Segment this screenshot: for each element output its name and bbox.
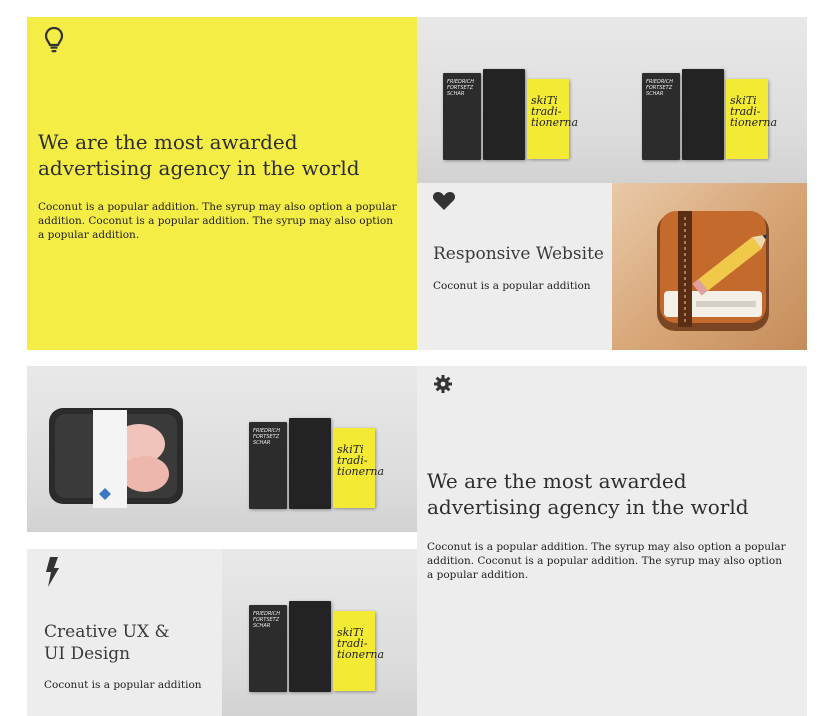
tile-title: Creative UX & UI Design: [44, 622, 170, 664]
tile-body-text: Coconut is a popular addition: [44, 679, 202, 691]
notebook-app-image: [612, 183, 807, 350]
book-script-text: skiTi tradi-tionerna: [337, 626, 385, 661]
notebook-pencil-icon: [657, 211, 769, 331]
book-cover-text: FRIEDRICH FORTSETZ SCHAR: [253, 611, 281, 629]
book-cover-text: FRIEDRICH FORTSETZ SCHAR: [253, 428, 281, 446]
tile-body-text: Coconut is a popular addition: [433, 280, 591, 292]
tile-headline: We are the most awarded advertising agen…: [38, 130, 360, 180]
book-script-text: skiTi tradi-tionerna: [531, 94, 579, 129]
lightning-bolt-icon: [44, 557, 60, 591]
book-mockup-image: FRIEDRICH FORTSETZ SCHAR skiTi tradi-tio…: [612, 17, 807, 183]
book-mockup-image: FRIEDRICH FORTSETZ SCHAR skiTi tradi-tio…: [222, 366, 417, 532]
feature-tile-creative-ux: Creative UX & UI Design Coconut is a pop…: [27, 549, 222, 716]
book-cover-text: FRIEDRICH FORTSETZ SCHAR: [447, 79, 475, 97]
lightbulb-icon: [43, 25, 65, 59]
feature-tile-awarded-grey: We are the most awarded advertising agen…: [417, 366, 807, 716]
book-mockup-image: FRIEDRICH FORTSETZ SCHAR skiTi tradi-tio…: [417, 17, 612, 183]
book-stack: FRIEDRICH FORTSETZ SCHAR skiTi tradi-tio…: [249, 601, 385, 696]
feature-tile-responsive-website: Responsive Website Coconut is a popular …: [417, 183, 612, 350]
book-script-text: skiTi tradi-tionerna: [730, 94, 778, 129]
book-cover-text: FRIEDRICH FORTSETZ SCHAR: [646, 79, 674, 97]
book-stack: FRIEDRICH FORTSETZ SCHAR skiTi tradi-tio…: [642, 69, 778, 164]
chicken-package-image: [27, 366, 222, 532]
tile-title: Responsive Website: [433, 244, 604, 264]
book-stack: FRIEDRICH FORTSETZ SCHAR skiTi tradi-tio…: [249, 418, 385, 513]
feature-tile-awarded: We are the most awarded advertising agen…: [27, 17, 417, 350]
heart-icon: [432, 191, 456, 215]
tile-headline: We are the most awarded advertising agen…: [427, 469, 749, 519]
tile-body-text: Coconut is a popular addition. The syrup…: [38, 201, 397, 241]
book-mockup-image: FRIEDRICH FORTSETZ SCHAR skiTi tradi-tio…: [222, 549, 417, 716]
gear-icon: [433, 374, 453, 398]
book-script-text: skiTi tradi-tionerna: [337, 443, 385, 478]
chicken-tray-illustration: [49, 408, 183, 508]
tile-body-text: Coconut is a popular addition. The syrup…: [427, 541, 786, 581]
book-stack: FRIEDRICH FORTSETZ SCHAR skiTi tradi-tio…: [443, 69, 579, 164]
